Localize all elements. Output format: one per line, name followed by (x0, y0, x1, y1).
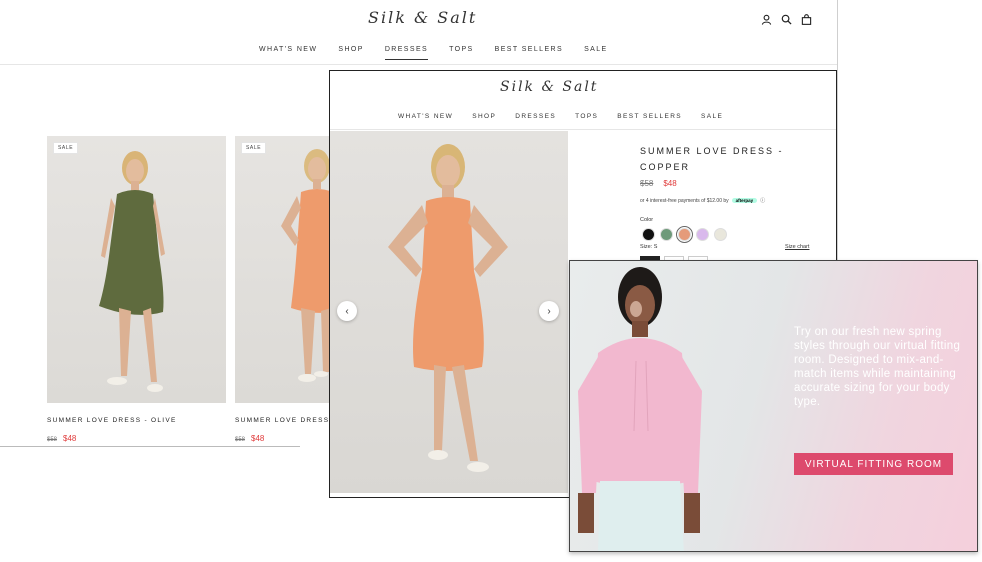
product-title: SUMMER LOVE DRESS - COPPER (640, 146, 784, 172)
color-swatch-copper[interactable] (676, 226, 693, 243)
color-swatch-lilac[interactable] (696, 228, 709, 241)
chevron-right-icon: › (547, 305, 551, 317)
main-nav: WHAT'S NEW SHOP DRESSES TOPS BEST SELLER… (398, 113, 723, 120)
original-price: $58 (47, 437, 58, 443)
size-chart-link[interactable]: Size chart (785, 244, 809, 250)
header-icons (761, 14, 812, 25)
main-nav: WHAT'S NEW SHOP DRESSES TOPS BEST SELLER… (259, 46, 608, 60)
sale-price: $48 (63, 434, 77, 443)
size-label: Size: S (640, 244, 658, 250)
sale-price: $48 (251, 434, 265, 443)
installment-info: or 4 interest-free payments of $12.00 by… (640, 197, 765, 205)
color-swatch-cream[interactable] (714, 228, 727, 241)
cart-icon[interactable] (801, 14, 812, 25)
previous-image-button[interactable]: ‹ (337, 301, 357, 321)
chevron-left-icon: ‹ (345, 305, 349, 317)
model-copper-dress-image (388, 144, 508, 472)
sale-badge: SALE (241, 142, 267, 154)
brand-logo[interactable]: Silk & Salt (500, 79, 598, 95)
sale-price: $48 (663, 179, 677, 188)
account-icon[interactable] (761, 14, 772, 25)
nav-item-dresses[interactable]: DRESSES (384, 46, 429, 60)
nav-item-shop[interactable]: SHOP (472, 113, 496, 120)
nav-item-best-sellers[interactable]: BEST SELLERS (617, 113, 682, 120)
nav-item-best-sellers[interactable]: BEST SELLERS (495, 46, 563, 60)
original-price: $58 (640, 179, 654, 188)
sale-badge: SALE (53, 142, 79, 154)
brand-logo[interactable]: Silk & Salt (368, 8, 477, 27)
color-swatch-sage[interactable] (660, 228, 673, 241)
color-label: Color (640, 217, 654, 223)
product-image[interactable]: SALE (47, 136, 226, 403)
afterpay-logo[interactable]: afterpay (731, 198, 758, 203)
installment-text: or 4 interest-free payments of $12.00 by (640, 197, 729, 204)
virtual-fitting-room-button[interactable]: VIRTUAL FITTING ROOM (794, 453, 953, 475)
product-gallery-image[interactable]: ‹ › (330, 131, 568, 493)
product-price: $58 $48 (47, 434, 76, 443)
info-icon[interactable]: ⓘ (760, 197, 765, 204)
model-pink-hoodie-image (578, 267, 702, 551)
nav-item-dresses[interactable]: DRESSES (515, 113, 556, 120)
nav-item-shop[interactable]: SHOP (338, 46, 363, 60)
divider (0, 446, 300, 447)
model-olive-dress-image (99, 151, 165, 392)
search-icon[interactable] (781, 14, 792, 25)
header-divider (0, 64, 837, 65)
original-price: $58 (235, 437, 246, 443)
color-swatch-black[interactable] (642, 228, 655, 241)
nav-item-sale[interactable]: SALE (701, 113, 723, 120)
promo-text: Try on our fresh new spring styles throu… (794, 326, 961, 408)
nav-item-tops[interactable]: TOPS (449, 46, 474, 60)
product-price: $58 $48 (235, 434, 264, 443)
nav-item-whats-new[interactable]: WHAT'S NEW (259, 46, 317, 60)
next-image-button[interactable]: › (539, 301, 559, 321)
virtual-fitting-room-banner: Try on our fresh new spring styles throu… (569, 260, 978, 552)
nav-item-sale[interactable]: SALE (584, 46, 608, 60)
product-price: $58 $48 (640, 179, 677, 188)
header-divider (330, 129, 836, 130)
product-name[interactable]: SUMMER LOVE DRESS - OLIVE (47, 417, 177, 424)
color-swatches (642, 226, 727, 243)
nav-item-tops[interactable]: TOPS (575, 113, 598, 120)
nav-item-whats-new[interactable]: WHAT'S NEW (398, 113, 453, 120)
